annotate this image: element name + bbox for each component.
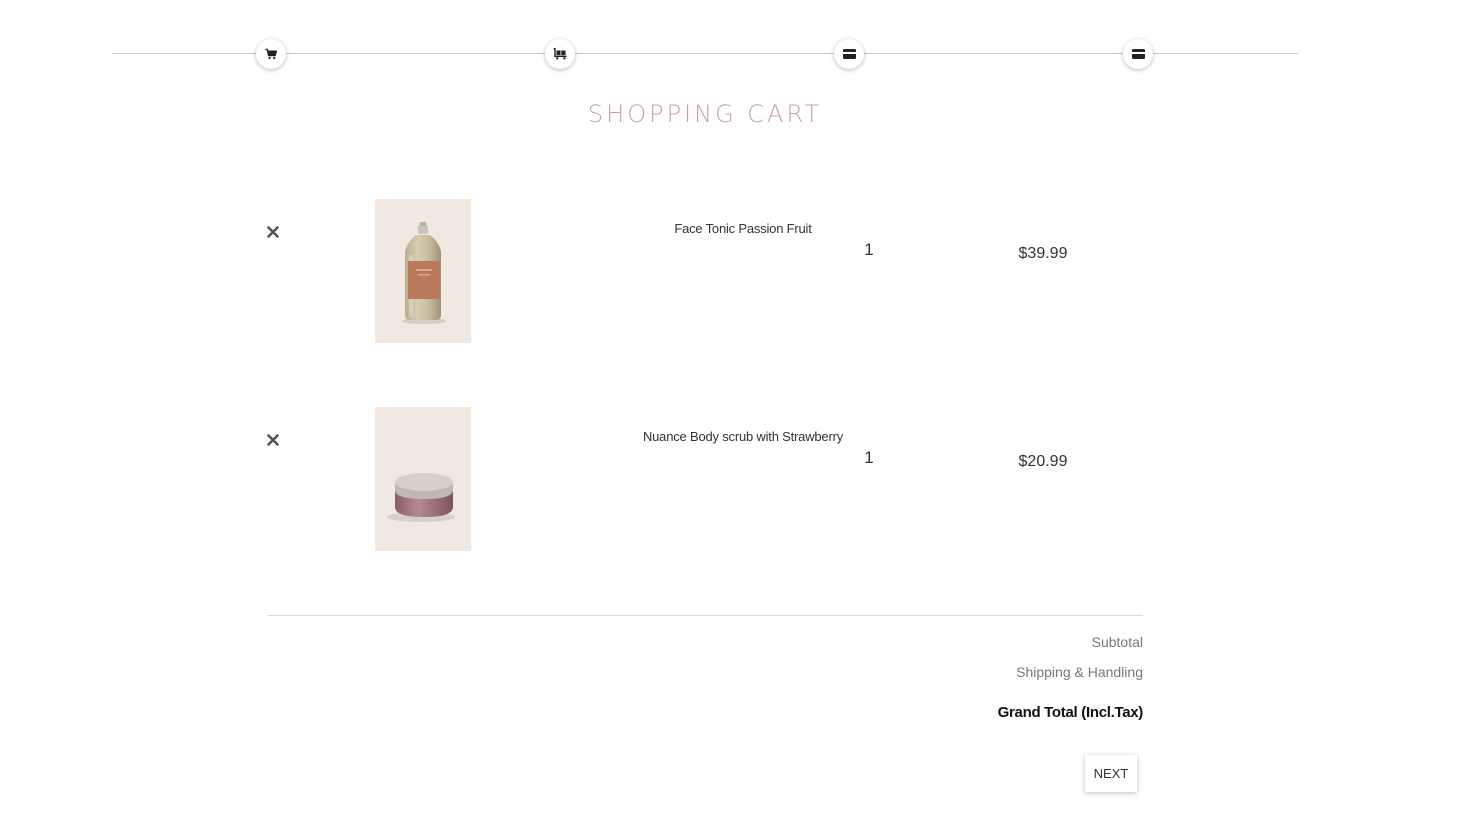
step-cart[interactable] bbox=[256, 39, 286, 69]
grand-total-label: Grand Total (Incl.Tax) bbox=[997, 704, 1144, 721]
product-price: $20.99 bbox=[1018, 453, 1068, 470]
cart-icon bbox=[265, 48, 277, 60]
page-title: SHOPPING CART bbox=[587, 100, 823, 128]
totals-divider bbox=[268, 615, 1143, 616]
step-shipping[interactable] bbox=[545, 39, 575, 69]
subtotal-label: Subtotal bbox=[1091, 634, 1143, 650]
step-review[interactable] bbox=[1123, 39, 1153, 69]
product-image-bottle[interactable] bbox=[375, 199, 471, 343]
product-name[interactable]: Face Tonic Passion Fruit bbox=[620, 221, 866, 236]
product-name[interactable]: Nuance Body scrub with Strawberry bbox=[620, 429, 866, 444]
step-payment[interactable] bbox=[834, 39, 864, 69]
credit-card-icon bbox=[842, 49, 856, 59]
product-image-jar[interactable] bbox=[375, 407, 471, 551]
next-button[interactable]: NEXT bbox=[1085, 755, 1137, 792]
close-icon bbox=[267, 225, 279, 243]
shipping-icon bbox=[553, 48, 567, 60]
product-quantity[interactable]: 1 bbox=[855, 448, 883, 468]
remove-item-button[interactable] bbox=[264, 225, 282, 243]
product-quantity[interactable]: 1 bbox=[855, 240, 883, 260]
credit-card-icon bbox=[1131, 49, 1145, 59]
remove-item-button[interactable] bbox=[264, 433, 282, 451]
checkout-progress-line bbox=[112, 53, 1298, 54]
product-price: $39.99 bbox=[1018, 245, 1068, 262]
shipping-handling-label: Shipping & Handling bbox=[1016, 664, 1143, 680]
close-icon bbox=[267, 433, 279, 451]
